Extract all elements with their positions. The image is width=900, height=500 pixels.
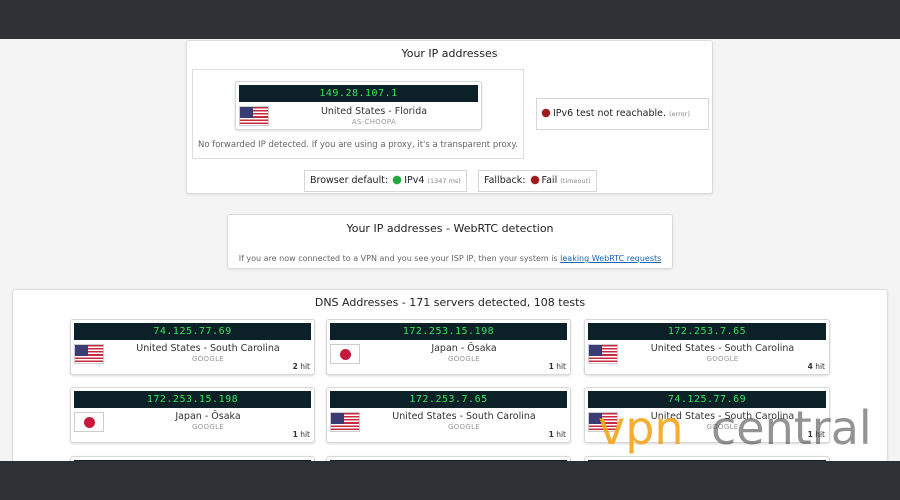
ip-addresses-panel: Your IP addresses 149.28.107.1 United St…: [186, 40, 713, 194]
vpncentral-logo: vpn central: [598, 401, 872, 455]
ip-location: United States - Florida: [320, 106, 428, 117]
webrtc-leak-link[interactable]: leaking WebRTC requests: [560, 254, 661, 263]
dns-ip: 172.253.15.198: [330, 323, 567, 340]
dns-hit-label: hit: [556, 362, 566, 371]
dns-location: Japan - Ōsaka: [431, 343, 497, 354]
dns-location: Japan - Ōsaka: [175, 411, 241, 422]
top-bar: [0, 0, 900, 39]
dns-hit-label: hit: [815, 362, 825, 371]
ip-address: 149.28.107.1: [239, 85, 478, 102]
status-green-dot-icon: [393, 176, 402, 184]
ip-isp: AS-CHOOPA: [351, 118, 397, 126]
webrtc-panel: Your IP addresses - WebRTC detection If …: [227, 214, 673, 269]
dns-hit-count: 4 hit: [808, 362, 825, 371]
dns-ip: 172.253.7.65: [330, 391, 567, 408]
dns-hits: 4: [807, 362, 813, 371]
forward-note: No forwarded IP detected. If you are usi…: [197, 140, 519, 150]
dns-hit-count: 1 hit: [293, 430, 310, 439]
dns-isp: GOOGLE: [192, 423, 224, 431]
ipv4-section: 149.28.107.1 United States - Florida AS-…: [192, 69, 524, 159]
webrtc-panel-title: Your IP addresses - WebRTC detection: [346, 222, 554, 235]
dns-isp: GOOGLE: [192, 355, 224, 363]
fallback-badge: Fallback: Fail (timeout): [478, 170, 597, 192]
dns-hits: 1: [548, 362, 554, 371]
dns-location: United States - South Carolina: [136, 343, 280, 354]
ip-panel-title: Your IP addresses: [401, 47, 498, 60]
webrtc-note: If you are now connected to a VPN and yo…: [228, 254, 672, 263]
dns-card: 172.253.7.65 United States - South Carol…: [326, 387, 571, 443]
browser-default-badge: Browser default: IPv4 (1347 ms): [304, 170, 467, 192]
status-red-dot-icon: [542, 109, 550, 117]
us-flag-icon: [74, 344, 104, 364]
dns-isp: GOOGLE: [448, 423, 480, 431]
dns-hit-count: 1 hit: [549, 362, 566, 371]
svg-text:central: central: [711, 401, 872, 455]
bottom-bar: [0, 461, 900, 500]
dns-hits: 1: [548, 430, 554, 439]
dns-hits: 1: [292, 430, 298, 439]
jp-flag-icon: [74, 412, 104, 432]
dns-location: United States - South Carolina: [650, 343, 795, 354]
fallback-label: Fallback:: [484, 175, 526, 186]
svg-text:vpn: vpn: [598, 401, 684, 455]
dns-hits: 2: [292, 362, 298, 371]
dns-hit-count: 2 hit: [293, 362, 310, 371]
dns-isp: GOOGLE: [706, 355, 739, 363]
dns-ip: 172.253.7.65: [588, 323, 826, 340]
status-red-dot-icon: [530, 176, 539, 184]
dns-ip: 172.253.15.198: [74, 391, 311, 408]
ip-card: 149.28.107.1 United States - Florida AS-…: [235, 81, 482, 130]
jp-flag-icon: [330, 344, 360, 364]
dns-card: 74.125.77.69 United States - South Carol…: [70, 319, 315, 375]
us-flag-icon: [239, 106, 269, 126]
webrtc-note-text: If you are now connected to a VPN and yo…: [238, 254, 558, 263]
dns-hit-label: hit: [300, 362, 310, 371]
dns-isp: GOOGLE: [448, 355, 480, 363]
dns-hit-label: hit: [300, 430, 310, 439]
dns-panel-title: DNS Addresses - 171 servers detected, 10…: [314, 296, 586, 309]
dns-card: 172.253.15.198 Japan - Ōsaka GOOGLE 1 hi…: [326, 319, 571, 375]
us-flag-icon: [330, 412, 360, 432]
ipv6-status-detail: (error): [669, 110, 690, 118]
dns-location: United States - South Carolina: [392, 411, 536, 422]
ipv6-status-text: IPv6 test not reachable.: [553, 108, 667, 119]
fallback-detail: (timeout): [560, 177, 591, 185]
dns-card: 172.253.15.198 Japan - Ōsaka GOOGLE 1 hi…: [70, 387, 315, 443]
fallback-value: Fail: [541, 175, 558, 186]
dns-card: 172.253.7.65 United States - South Carol…: [584, 319, 830, 375]
dns-hit-count: 1 hit: [549, 430, 566, 439]
ipv6-status: IPv6 test not reachable. (error): [536, 98, 709, 130]
us-flag-icon: [588, 344, 618, 364]
browser-default-label: Browser default:: [310, 175, 389, 186]
browser-default-value: IPv4: [404, 175, 425, 186]
dns-hit-label: hit: [556, 430, 566, 439]
browser-default-time: (1347 ms): [427, 177, 461, 185]
dns-ip: 74.125.77.69: [74, 323, 311, 340]
